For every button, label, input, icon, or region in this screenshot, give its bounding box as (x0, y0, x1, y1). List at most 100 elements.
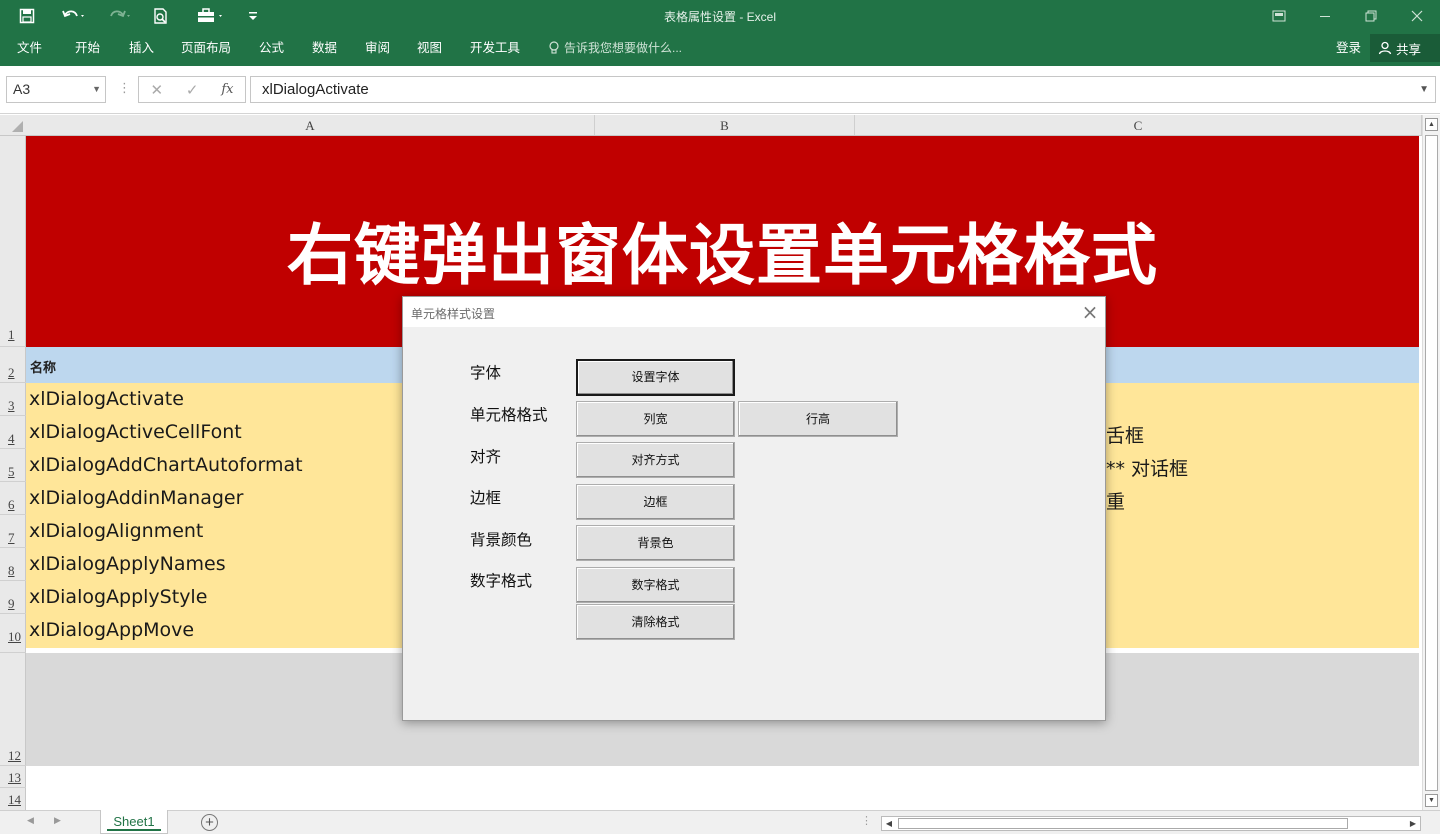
cell-c5-partial[interactable]: ** 对话框 (1106, 454, 1188, 481)
tab-home[interactable]: 开始 (75, 37, 100, 59)
label-border: 边框 (470, 490, 502, 507)
tab-review[interactable]: 审阅 (365, 37, 390, 59)
select-all-corner[interactable] (0, 115, 26, 135)
row-header-4[interactable]: 4 (0, 416, 26, 449)
expand-formula-icon[interactable]: ▼ (1419, 77, 1429, 102)
scroll-left-icon[interactable]: ◀ (882, 817, 896, 830)
tab-data[interactable]: 数据 (312, 37, 337, 59)
tab-view[interactable]: 视图 (417, 37, 442, 59)
cell-c6-partial[interactable]: 重 (1106, 487, 1125, 514)
ribbon-display-icon[interactable] (1256, 0, 1302, 32)
cell-a7[interactable]: xlDialogAlignment (29, 520, 203, 542)
cell-a10[interactable]: xlDialogAppMove (29, 619, 194, 641)
row-header-14[interactable]: 14 (0, 788, 26, 810)
next-sheet-icon[interactable]: ▶ (54, 815, 61, 826)
login-link[interactable]: 登录 (1336, 37, 1361, 59)
customize-qat-icon[interactable] (238, 0, 268, 32)
column-headers: A B C (0, 115, 1422, 136)
ribbon-tabs: 文件 开始 插入 页面布局 公式 数据 审阅 视图 开发工具 告诉我您想要做什么… (0, 32, 1440, 66)
lightbulb-icon (549, 41, 559, 54)
label-background-color: 背景颜色 (470, 532, 533, 549)
undo-icon[interactable] (56, 0, 92, 32)
row-height-button[interactable]: 行高 (738, 401, 898, 437)
cell-a5[interactable]: xlDialogAddChartAutoformat (29, 454, 303, 476)
column-header-b[interactable]: B (595, 115, 855, 135)
share-label: 共享 (1396, 42, 1422, 57)
prev-sheet-icon[interactable]: ◀ (27, 815, 34, 826)
minimize-icon[interactable] (1302, 0, 1348, 32)
drag-handle-icon[interactable]: ⋮ (118, 80, 131, 96)
formula-value: xlDialogActivate (262, 81, 369, 98)
tab-developer[interactable]: 开发工具 (470, 37, 520, 59)
formula-bar: A3 ▼ ⋮ ✕ ✓ fx xlDialogActivate ▼ (0, 66, 1440, 114)
toolbox-icon[interactable] (194, 0, 230, 32)
redo-icon[interactable] (102, 0, 138, 32)
cell-a9[interactable]: xlDialogApplyStyle (29, 586, 207, 608)
cell-a3[interactable]: xlDialogActivate (29, 388, 184, 410)
name-box[interactable]: A3 ▼ (6, 76, 106, 103)
chevron-down-icon[interactable]: ▼ (92, 77, 101, 102)
person-icon (1378, 41, 1392, 55)
formula-input[interactable]: xlDialogActivate ▼ (250, 76, 1436, 103)
tab-split-handle-icon[interactable]: ⋮ (861, 814, 872, 827)
cancel-icon[interactable]: ✕ (150, 81, 163, 99)
label-cell-format: 单元格格式 (470, 407, 548, 424)
confirm-icon[interactable]: ✓ (186, 81, 199, 99)
name-box-value: A3 (13, 81, 31, 97)
scroll-right-icon[interactable]: ▶ (1406, 817, 1420, 830)
row-header-9[interactable]: 9 (0, 581, 26, 614)
save-icon[interactable] (12, 0, 42, 32)
cell-format-dialog: 单元格样式设置 × 字体 单元格格式 对齐 边框 背景颜色 数字格式 设置字体 … (402, 296, 1106, 721)
tab-insert[interactable]: 插入 (129, 37, 154, 59)
add-sheet-icon[interactable]: + (201, 814, 218, 831)
horizontal-scrollbar[interactable]: ◀ ▶ (881, 816, 1421, 831)
horizontal-scroll-thumb[interactable] (898, 818, 1348, 829)
dialog-title: 单元格样式设置 (411, 307, 496, 321)
tab-file[interactable]: 文件 (17, 37, 42, 59)
tell-me-box[interactable]: 告诉我您想要做什么... (548, 37, 682, 59)
cell-c4-partial[interactable]: 舌框 (1106, 421, 1144, 448)
scroll-thumb[interactable] (1425, 135, 1438, 791)
border-button[interactable]: 边框 (576, 484, 735, 520)
row-header-1[interactable]: 1 (0, 136, 26, 347)
restore-icon[interactable] (1348, 0, 1394, 32)
scroll-up-icon[interactable]: ▲ (1425, 118, 1438, 131)
label-alignment: 对齐 (470, 449, 502, 466)
cell-a8[interactable]: xlDialogApplyNames (29, 553, 226, 575)
alignment-button[interactable]: 对齐方式 (576, 442, 735, 478)
row-header-2[interactable]: 2 (0, 347, 26, 383)
scroll-down-icon[interactable]: ▼ (1425, 794, 1438, 807)
vertical-scrollbar[interactable]: ▲ ▼ (1422, 115, 1440, 810)
insert-function-icon[interactable]: fx (221, 82, 233, 97)
row-header-7[interactable]: 7 (0, 515, 26, 548)
dialog-title-bar[interactable]: 单元格样式设置 × (403, 297, 1105, 327)
row-header-10[interactable]: 10 (0, 614, 26, 653)
label-font: 字体 (470, 365, 502, 382)
number-format-button[interactable]: 数字格式 (576, 567, 735, 603)
clear-format-button[interactable]: 清除格式 (576, 604, 735, 640)
row-header-5[interactable]: 5 (0, 449, 26, 482)
tab-page-layout[interactable]: 页面布局 (181, 37, 231, 59)
row-header-3[interactable]: 3 (0, 383, 26, 416)
row-headers: 1 2 3 4 5 6 7 8 9 10 12 13 14 (0, 136, 26, 810)
cell-a4[interactable]: xlDialogActiveCellFont (29, 421, 242, 443)
label-number-format: 数字格式 (470, 573, 533, 590)
set-font-button[interactable]: 设置字体 (576, 359, 735, 396)
row-header-8[interactable]: 8 (0, 548, 26, 581)
close-window-icon[interactable] (1394, 0, 1440, 32)
close-icon[interactable]: × (1079, 301, 1101, 323)
row-header-13[interactable]: 13 (0, 766, 26, 788)
column-width-button[interactable]: 列宽 (576, 401, 735, 437)
sheet-tab-sheet1[interactable]: Sheet1 (100, 810, 168, 834)
column-header-a[interactable]: A (26, 115, 595, 135)
print-preview-icon[interactable] (146, 0, 176, 32)
tab-formulas[interactable]: 公式 (259, 37, 284, 59)
row-header-12[interactable]: 12 (0, 653, 26, 766)
background-color-button[interactable]: 背景色 (576, 525, 735, 561)
cell-a6[interactable]: xlDialogAddinManager (29, 487, 243, 509)
formula-buttons: ✕ ✓ fx (138, 76, 246, 103)
header-cell-name: 名称 (30, 360, 57, 375)
column-header-c[interactable]: C (855, 115, 1422, 135)
row-header-6[interactable]: 6 (0, 482, 26, 515)
share-button[interactable]: 共享 (1370, 34, 1440, 62)
